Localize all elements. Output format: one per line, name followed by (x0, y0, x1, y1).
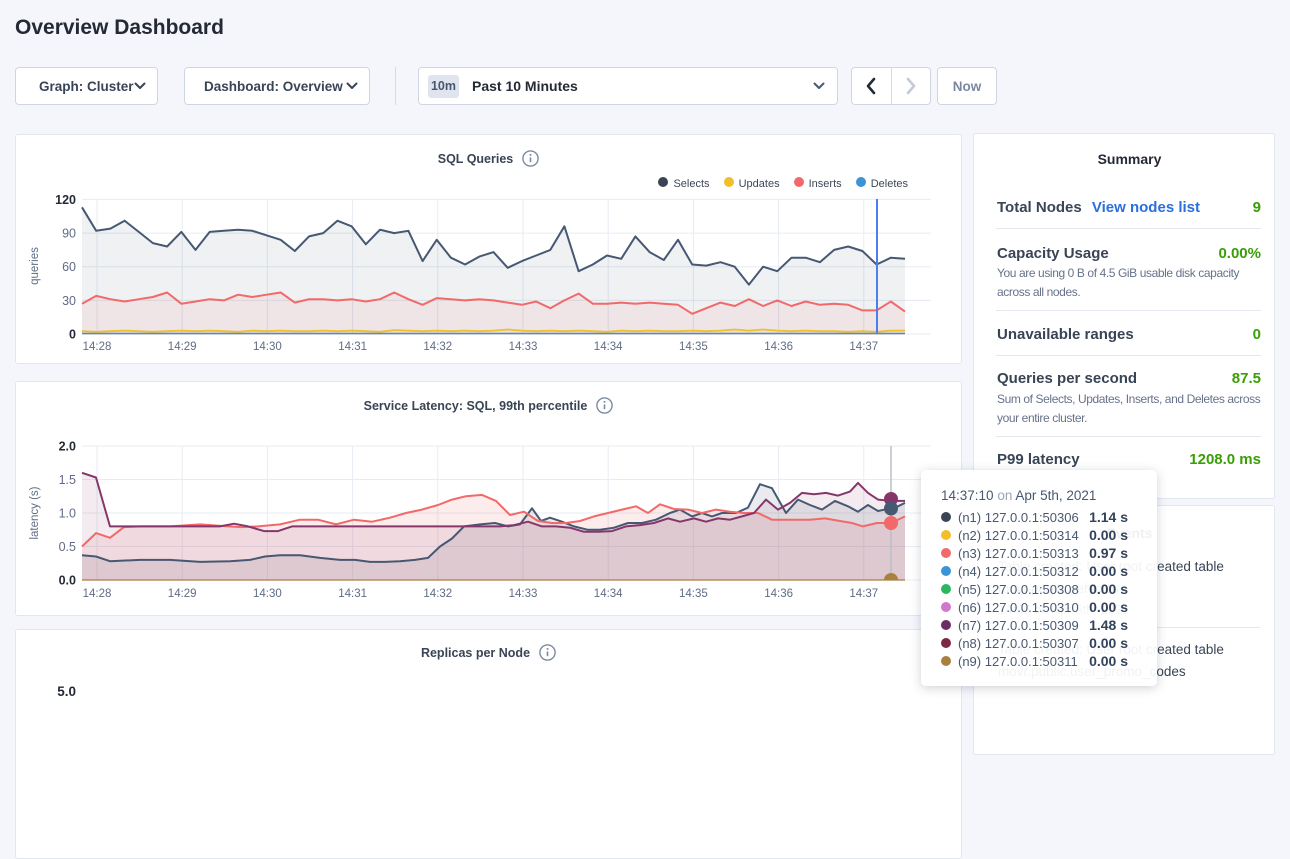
svg-text:14:29: 14:29 (168, 588, 197, 600)
svg-text:14:34: 14:34 (594, 588, 623, 600)
svg-text:14:30: 14:30 (253, 588, 282, 600)
svg-text:14:31: 14:31 (338, 588, 367, 600)
svg-text:1.5: 1.5 (59, 473, 76, 487)
svg-text:14:33: 14:33 (509, 588, 538, 600)
svg-text:14:32: 14:32 (423, 588, 452, 600)
svg-text:2.0: 2.0 (59, 440, 76, 454)
svg-text:0.5: 0.5 (59, 540, 76, 554)
svg-text:latency (s): latency (s) (29, 486, 41, 539)
svg-text:14:37: 14:37 (849, 588, 878, 600)
svg-text:14:28: 14:28 (83, 588, 112, 600)
svg-text:14:36: 14:36 (764, 588, 793, 600)
svg-text:0.0: 0.0 (59, 574, 76, 588)
svg-text:1.0: 1.0 (59, 507, 76, 521)
svg-text:14:35: 14:35 (679, 588, 708, 600)
